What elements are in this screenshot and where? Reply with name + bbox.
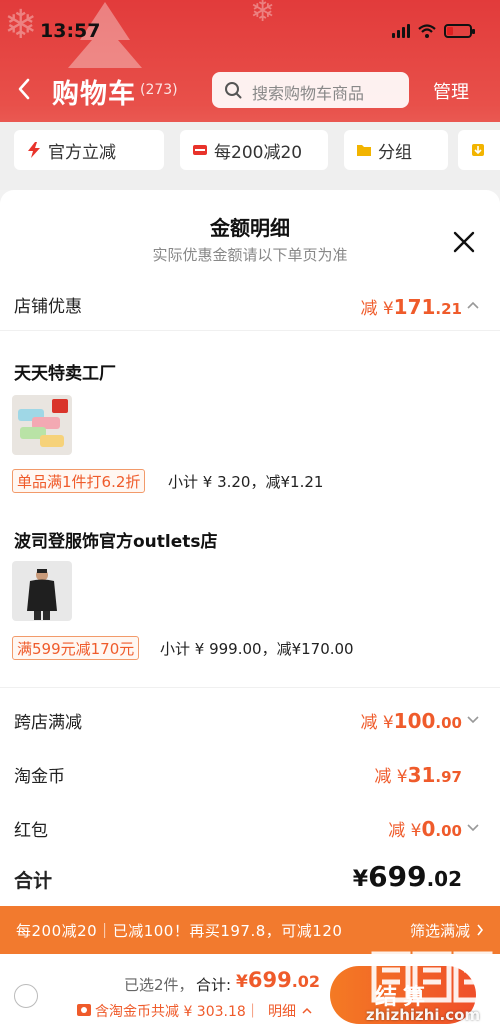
- search-input[interactable]: 搜索购物车商品: [212, 72, 409, 108]
- sum-value: ¥699.02: [236, 968, 321, 992]
- battery-icon: [444, 24, 475, 38]
- store-promo-tag: 满599元减170元: [12, 636, 140, 660]
- store-discount-label: 店铺优惠: [14, 297, 82, 317]
- store-promo-tag: 单品满1件打6.2折: [12, 469, 146, 493]
- manage-button[interactable]: 管理: [433, 78, 469, 104]
- chip-label: 分组: [378, 142, 412, 163]
- download-icon: [472, 144, 484, 156]
- close-icon[interactable]: [452, 230, 476, 254]
- red-packet-value: 减 ¥0.00: [388, 817, 462, 841]
- product-image-towels: [12, 395, 72, 455]
- product-thumbnail[interactable]: [12, 395, 72, 455]
- filter-chip-row: 官方立减 每200减20 分组: [0, 122, 500, 190]
- coupon-icon: [77, 1004, 91, 1016]
- chip-more[interactable]: [458, 130, 500, 170]
- coin-discount-note: 含淘金币共减 ¥ 303.18｜: [95, 1004, 260, 1020]
- detail-link[interactable]: 明细: [268, 1001, 296, 1021]
- chip-label: 每200减20: [214, 142, 303, 163]
- status-bar: 13:57: [0, 18, 500, 48]
- cross-store-label: 跨店满减: [14, 713, 82, 733]
- store-name: 波司登服饰官方outlets店: [14, 532, 218, 552]
- store-name: 天天特卖工厂: [14, 364, 116, 384]
- chevron-down-icon[interactable]: [466, 714, 480, 724]
- product-image-jacket: [12, 561, 72, 621]
- chip-group[interactable]: 分组: [344, 130, 448, 170]
- amount-detail-sheet: 金额明细 实际优惠金额请以下单页为准 店铺优惠 减 ¥171.21 天天特卖工厂…: [0, 190, 500, 906]
- nav-bar: 购物车 (273) 搜索购物车商品 管理: [0, 66, 500, 114]
- filter-promo-link[interactable]: 筛选满减: [410, 920, 470, 941]
- page-title: 购物车: [52, 79, 136, 110]
- tao-coin-value: 减 ¥31.97: [374, 763, 462, 787]
- red-packet-label: 红包: [14, 821, 48, 841]
- selected-count: 已选2件，: [124, 976, 194, 994]
- cart-count: (273): [140, 82, 178, 98]
- status-time: 13:57: [40, 20, 101, 42]
- sum-label: 合计:: [196, 976, 232, 994]
- promo-bar[interactable]: 每200减20｜已减100！再买197.8，可减120 筛选满减: [0, 906, 500, 954]
- select-all-checkbox[interactable]: [14, 984, 38, 1008]
- back-arrow-icon[interactable]: [14, 76, 34, 102]
- store-breakdown: 天天特卖工厂 单品满1件打6.2折 小计 ¥ 3.20，减¥1.21 波司登服饰…: [0, 330, 500, 688]
- store-subtotal: 小计 ¥ 999.00，减¥170.00: [160, 640, 354, 658]
- search-placeholder: 搜索购物车商品: [252, 84, 365, 103]
- chevron-up-icon[interactable]: [466, 300, 480, 310]
- store-discount-value: 减 ¥171.21: [360, 295, 462, 319]
- chip-per-200-off-20[interactable]: 每200减20: [180, 130, 328, 170]
- product-thumbnail[interactable]: [12, 561, 72, 621]
- checkout-button[interactable]: 结算: [330, 966, 476, 1024]
- chip-official-discount[interactable]: 官方立减: [14, 130, 164, 170]
- tao-coin-label: 淘金币: [14, 767, 65, 787]
- store-subtotal: 小计 ¥ 3.20，减¥1.21: [168, 473, 324, 491]
- chip-label: 官方立减: [48, 142, 116, 163]
- promo-text: 每200减20｜已减100！再买197.8，可减120: [16, 922, 343, 940]
- folder-icon: [357, 145, 371, 156]
- chevron-up-icon[interactable]: [302, 1007, 312, 1014]
- sheet-title: 金额明细: [210, 216, 290, 240]
- cellular-signal-icon: [392, 24, 410, 38]
- sheet-subtitle: 实际优惠金额请以下单页为准: [152, 246, 348, 264]
- chevron-down-icon[interactable]: [466, 822, 480, 832]
- chevron-right-icon: [477, 924, 484, 936]
- total-value: ¥699.02: [352, 860, 462, 893]
- total-label: 合计: [14, 870, 53, 892]
- cross-store-value: 减 ¥100.00: [360, 709, 462, 733]
- checkout-bar: 已选2件， 合计: ¥699.02 含淘金币共减 ¥ 303.18｜ 明细 结算: [0, 954, 500, 1030]
- coupon-icon: [193, 145, 207, 155]
- wifi-icon: [418, 24, 436, 38]
- lightning-icon: [28, 142, 40, 158]
- search-icon: [225, 82, 242, 99]
